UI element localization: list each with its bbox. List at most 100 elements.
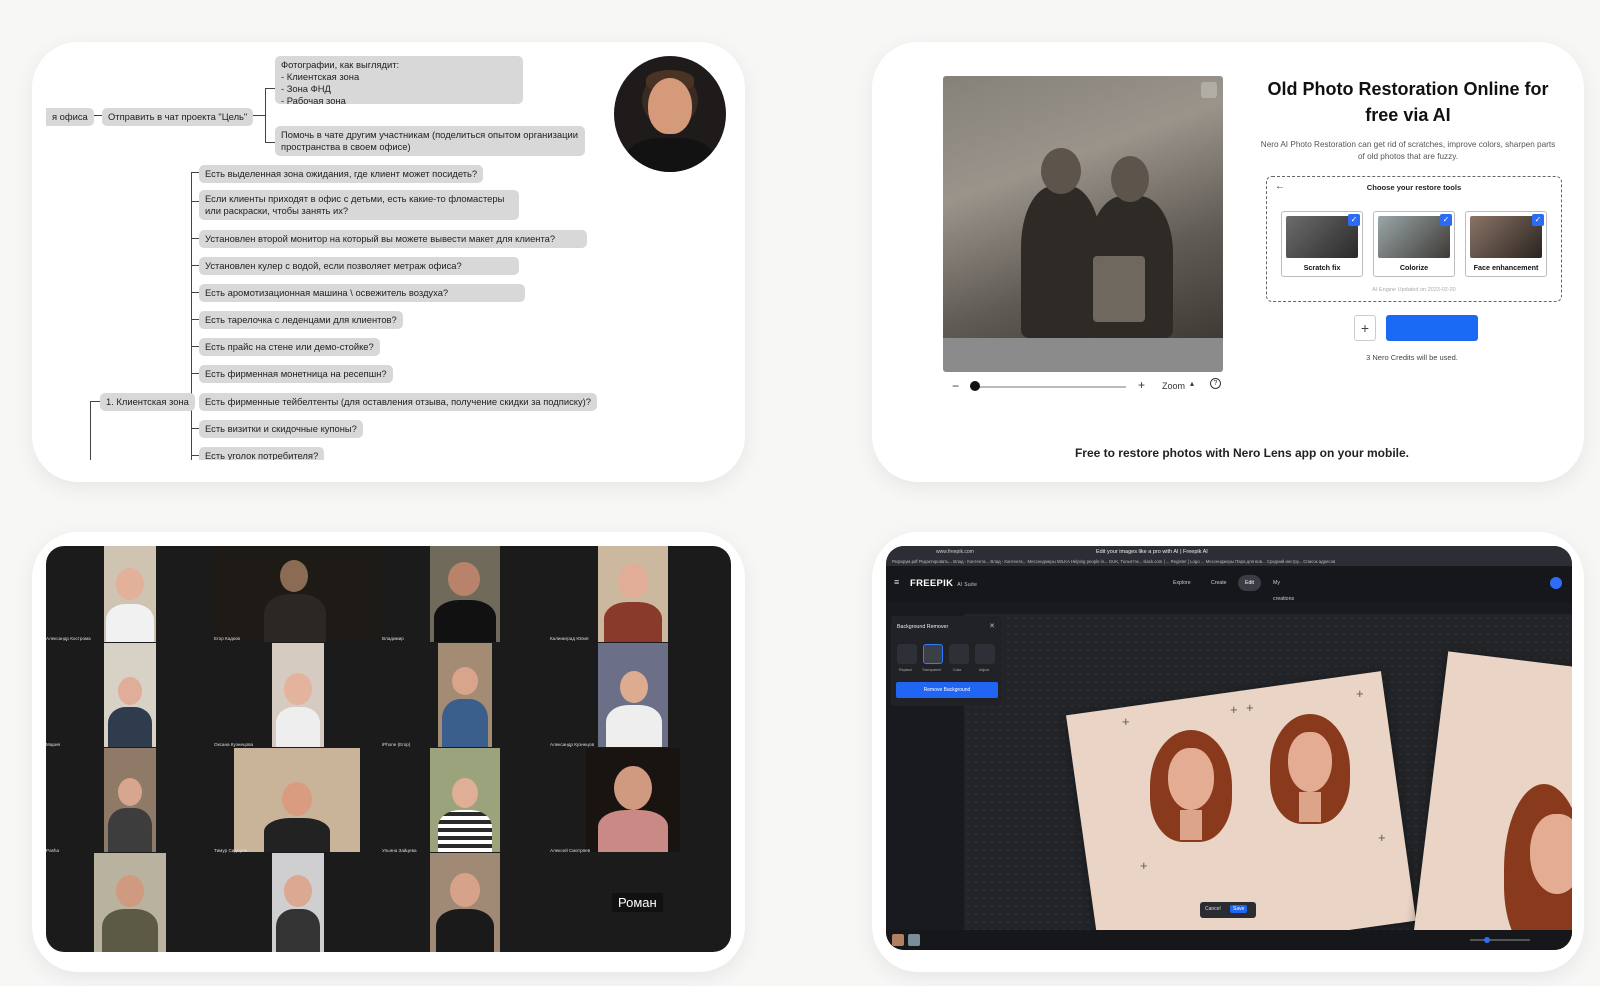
nav-my-creations[interactable]: My creations — [1266, 575, 1301, 602]
participant-tile[interactable] — [104, 643, 156, 747]
start-restore-button[interactable] — [1386, 315, 1478, 341]
zoom-label[interactable]: Zoom — [1162, 381, 1185, 391]
user-avatar[interactable] — [1550, 577, 1562, 589]
photo-preview[interactable] — [943, 76, 1223, 372]
photos-line: - Клиентская зона — [281, 71, 360, 82]
layer-thumbnail[interactable] — [892, 934, 904, 946]
zoom-slider-knob[interactable] — [1484, 937, 1490, 943]
engine-note: AI Engine Updated on 2023-02-20 — [1372, 287, 1456, 293]
checkbox-checked-icon[interactable]: ✓ — [1532, 214, 1544, 226]
mindmap-node-client-zone[interactable]: 1. Клиентская зона — [100, 393, 195, 411]
tool-label: Colorize — [1399, 263, 1429, 272]
replace-tool[interactable] — [897, 644, 917, 664]
participant-name: Владимир — [382, 636, 404, 641]
participant-tile[interactable] — [430, 853, 500, 952]
tool-label: Transparent — [922, 668, 942, 672]
mindmap-item[interactable]: Есть уголок потребителя? — [199, 447, 325, 460]
nav-create[interactable]: Create — [1204, 575, 1234, 591]
participant-tile[interactable] — [430, 546, 500, 642]
mindmap-node-root[interactable]: я офиса — [46, 108, 94, 126]
checkbox-checked-icon[interactable]: ✓ — [1348, 214, 1360, 226]
mindmap-item[interactable]: Есть фирменная монетница на ресепшн? — [199, 365, 393, 383]
crop-mark-icon: + — [1356, 686, 1364, 701]
participant-name: Алексей Смотряев — [550, 848, 591, 853]
mindmap-item[interactable]: Есть фирменные тейбелтенты (для оставлен… — [199, 393, 597, 411]
participant-tile[interactable] — [586, 748, 680, 852]
tool-face-enhancement[interactable]: ✓ Face enhancement — [1465, 211, 1547, 277]
background-remover-panel: Background Remover ✕ Replace Transparent… — [891, 616, 1001, 706]
participant-tile[interactable] — [438, 643, 492, 747]
mindmap-item[interactable]: Есть визитки и скидочные купоны? — [199, 420, 363, 438]
close-icon[interactable]: ✕ — [989, 622, 995, 630]
photos-line: - Рабочая зона — [281, 95, 346, 106]
compare-icon[interactable] — [1201, 82, 1217, 98]
cancel-button[interactable]: Cancel — [1202, 905, 1224, 913]
participant-tile[interactable] — [598, 546, 668, 642]
freepik-logo[interactable]: FREEPIK AI Suite — [910, 578, 977, 589]
participant-tile[interactable] — [430, 748, 500, 852]
participant-tile[interactable] — [234, 748, 360, 852]
color-tool[interactable] — [949, 644, 969, 664]
mindmap-node-photos[interactable]: Фотографии, как выглядит: - Клиентская з… — [275, 56, 523, 106]
menu-icon[interactable]: ≡ — [894, 577, 899, 587]
photos-line: - Зона ФНД — [281, 83, 331, 94]
participant-tile[interactable] — [104, 748, 156, 852]
participant-body — [606, 705, 662, 747]
mindmap-item[interactable]: Если клиенты приходят в офис с детьми, е… — [199, 190, 519, 220]
transparent-tool[interactable] — [923, 644, 943, 664]
crop-mark-icon: + — [1140, 858, 1148, 873]
save-button[interactable]: Save — [1230, 905, 1248, 913]
participant-face — [620, 671, 648, 703]
mindmap-item[interactable]: Есть аромотизационная машина \ освежител… — [199, 284, 525, 302]
participant-name: Оксана Кузнецова — [214, 742, 254, 747]
participant-body — [436, 909, 494, 952]
nav-edit[interactable]: Edit — [1238, 575, 1261, 591]
participant-tile[interactable] — [104, 546, 156, 642]
soldier-left-head — [1041, 148, 1081, 194]
mobile-app-note: Free to restore photos with Nero Lens ap… — [1074, 446, 1410, 460]
tool-scratch-fix[interactable]: ✓ Scratch fix — [1281, 211, 1363, 277]
participant-tile[interactable] — [94, 853, 166, 952]
zoom-slider-knob[interactable] — [970, 381, 980, 391]
mindmap-item[interactable]: Есть тарелочка с леденцами для клиентов? — [199, 311, 403, 329]
adjust-tool[interactable] — [975, 644, 995, 664]
nav-explore[interactable]: Explore — [1166, 575, 1198, 591]
zoom-caret-icon[interactable]: ▴ — [1190, 379, 1194, 388]
participant-tile[interactable] — [272, 643, 324, 747]
mindmap-item[interactable]: Есть прайс на стене или демо-стойке? — [199, 338, 380, 356]
zoom-slider[interactable] — [974, 386, 1126, 388]
participant-face — [116, 568, 144, 600]
zoom-slider[interactable] — [1470, 939, 1530, 941]
participant-face — [116, 875, 144, 907]
participant-body — [276, 909, 320, 952]
mindmap-item[interactable]: Есть выделенная зона ожидания, где клиен… — [199, 165, 484, 183]
presenter-webcam — [614, 56, 726, 172]
help-icon[interactable]: ? — [1210, 378, 1221, 389]
zoom-in-icon[interactable]: + — [1138, 378, 1145, 392]
participant-tile[interactable] — [214, 546, 381, 642]
zoom-out-icon[interactable]: − — [952, 379, 959, 393]
browser-tab-title[interactable]: Edit your images like a pro with AI | Fr… — [1096, 549, 1208, 555]
add-photo-button[interactable]: + — [1354, 315, 1376, 341]
participant-body — [442, 699, 488, 747]
address-bar[interactable]: www.freepik.com — [936, 549, 974, 555]
mindmap-node-send-chat[interactable]: Отправить в чат проекта "Цель" — [102, 108, 254, 126]
mindmap-node-help[interactable]: Помочь в чате другим участникам (поделит… — [275, 126, 585, 156]
participant-tile[interactable] — [598, 643, 668, 747]
mindmap-item[interactable]: Установлен кулер с водой, если позволяет… — [199, 257, 519, 275]
freepik-header: ≡ FREEPIK AI Suite Explore Create Edit My… — [886, 566, 1572, 602]
freepik-window: www.freepik.com Edit your images like a … — [886, 546, 1572, 950]
bookmarks-bar[interactable]: Рефорум.pdf Редактировать... Влад - Конт… — [892, 559, 1335, 564]
tool-colorize[interactable]: ✓ Colorize — [1373, 211, 1455, 277]
mindmap-card: я офиса Отправить в чат проекта "Цель" Ф… — [32, 42, 745, 482]
layer-thumbnail[interactable] — [908, 934, 920, 946]
mindmap-item[interactable]: Установлен второй монитор на который вы … — [199, 230, 587, 248]
editor-canvas[interactable]: + + + + + + — [964, 614, 1572, 950]
portrait-neck — [1180, 810, 1202, 840]
logo-suffix: AI Suite — [957, 582, 978, 588]
checkbox-checked-icon[interactable]: ✓ — [1440, 214, 1452, 226]
restore-tools-box: ← Choose your restore tools ✓ Scratch fi… — [1266, 176, 1562, 302]
presenter-face — [648, 78, 692, 134]
participant-tile[interactable] — [272, 853, 324, 952]
remove-background-button[interactable]: Remove Background — [896, 682, 998, 698]
